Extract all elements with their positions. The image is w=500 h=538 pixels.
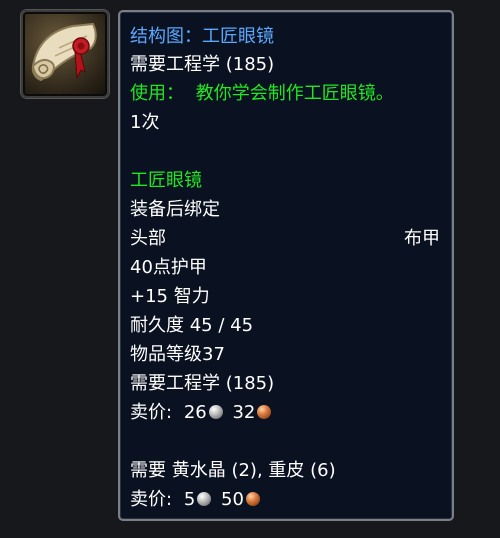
use-effect: 使用： 教你学会制作工匠眼镜。 — [130, 83, 394, 105]
slot-text: 头部 — [130, 228, 166, 249]
result-sell-price: 卖价: 26 32 — [130, 402, 275, 424]
silver-amount: 26 — [183, 402, 207, 423]
copper-coin-icon — [257, 405, 272, 419]
copper-amount: 32 — [232, 402, 256, 423]
sell-price: 卖价: 5 50 — [130, 489, 264, 511]
reagents-text: 需要 黄水晶 (2), 重皮 (6) — [130, 460, 336, 481]
bind-text: 装备后绑定 — [130, 199, 220, 220]
silver-coin-icon — [208, 405, 223, 419]
durability-text: 耐久度 45 / 45 — [130, 315, 254, 336]
sell-label: 卖价: — [130, 402, 173, 423]
use-label: 使用： — [130, 83, 184, 104]
item-level-text: 物品等级37 — [130, 344, 225, 365]
scroll-icon[interactable] — [21, 10, 109, 98]
tooltip-title: 结构图：工匠眼镜 — [130, 26, 274, 47]
copper-coin-icon — [245, 492, 260, 506]
charges-text: 1次 — [130, 112, 160, 133]
requirement-text: 需要工程学 (185) — [130, 54, 275, 75]
stat-text: +15 智力 — [130, 286, 210, 307]
copper-amount: 50 — [221, 489, 244, 510]
result-item-name: 工匠眼镜 — [130, 170, 202, 191]
result-requirement-text: 需要工程学 (185) — [130, 373, 275, 394]
silver-coin-icon — [197, 492, 212, 506]
armor-type-text: 布甲 — [404, 228, 440, 249]
silver-amount: 5 — [183, 489, 196, 510]
use-text: 教你学会制作工匠眼镜。 — [195, 83, 394, 104]
item-tooltip: 结构图：工匠眼镜 需要工程学 (185) 使用： 教你学会制作工匠眼镜。 1次 … — [118, 10, 454, 521]
sell-label: 卖价: — [130, 489, 173, 510]
armor-text: 40点护甲 — [130, 257, 207, 278]
